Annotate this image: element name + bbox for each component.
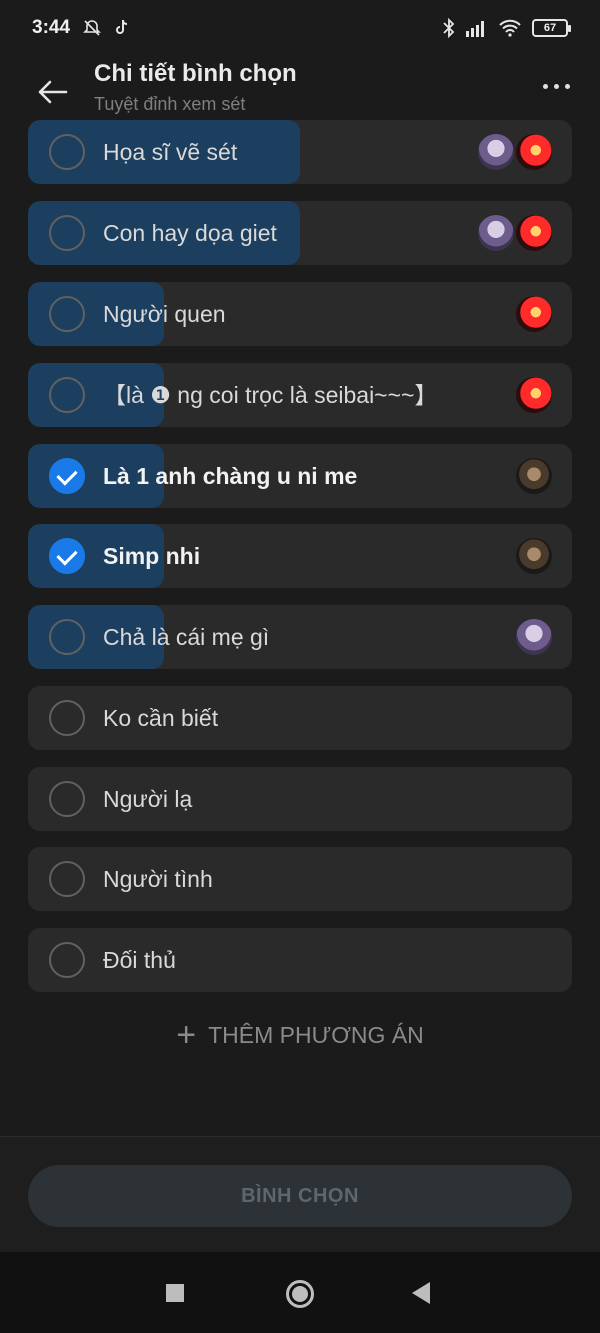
recent-apps-icon[interactable]: [166, 1284, 184, 1302]
battery-indicator: 67: [532, 19, 571, 37]
poll-option[interactable]: 【là ❶ ng coi trọc là seibai~~~】: [28, 363, 572, 427]
option-radio[interactable]: [49, 700, 85, 736]
option-label: Ko cần biết: [103, 705, 219, 731]
system-navigation-bar: [0, 1252, 600, 1333]
option-label: Con hay dọa giet: [103, 220, 277, 246]
option-label: Chả là cái mẹ gì: [103, 624, 270, 650]
poll-option[interactable]: Simp nhi: [28, 524, 572, 588]
page-title: Chi tiết bình chọn: [94, 60, 297, 87]
option-radio-checked[interactable]: [49, 538, 85, 574]
option-radio[interactable]: [49, 861, 85, 897]
voter-avatars: [514, 375, 554, 415]
voter-avatars: [514, 536, 554, 576]
avatar: [514, 213, 554, 253]
poll-option[interactable]: Chả là cái mẹ gì: [28, 605, 572, 669]
option-label: Người lạ: [103, 786, 193, 812]
poll-option[interactable]: Là 1 anh chàng u ni me: [28, 444, 572, 508]
option-label: Người quen: [103, 301, 226, 327]
option-label: Là 1 anh chàng u ni me: [103, 463, 358, 489]
add-option-label: THÊM PHƯƠNG ÁN: [208, 1021, 424, 1048]
wifi-icon: [499, 19, 521, 37]
home-icon[interactable]: [286, 1280, 314, 1308]
avatar: [476, 213, 516, 253]
option-label: Simp nhi: [103, 543, 201, 569]
voter-avatars: [476, 213, 554, 253]
avatar: [514, 456, 554, 496]
option-radio[interactable]: [49, 942, 85, 978]
plus-icon: +: [176, 1016, 197, 1054]
avatar: [514, 536, 554, 576]
option-radio[interactable]: [49, 377, 85, 413]
poll-option[interactable]: Ko cần biết: [28, 686, 572, 750]
app-header: Chi tiết bình chọn Tuyệt đỉnh xem sét: [0, 56, 600, 126]
avatar: [514, 375, 554, 415]
avatar: [476, 132, 516, 172]
voter-avatars: [514, 617, 554, 657]
voter-avatars: [514, 456, 554, 496]
vote-button[interactable]: BÌNH CHỌN: [28, 1165, 572, 1227]
option-label: Người tình: [103, 866, 213, 892]
option-label: Họa sĩ vẽ sét: [103, 139, 238, 165]
avatar: [514, 294, 554, 334]
status-bar: 3:44 67: [0, 0, 600, 56]
option-radio[interactable]: [49, 215, 85, 251]
more-options-icon[interactable]: [543, 84, 570, 89]
option-radio[interactable]: [49, 134, 85, 170]
back-icon[interactable]: [412, 1282, 430, 1304]
poll-option[interactable]: Con hay dọa giet: [28, 201, 572, 265]
poll-option[interactable]: Người quen: [28, 282, 572, 346]
page-subtitle: Tuyệt đỉnh xem sét: [94, 94, 246, 114]
vote-footer: BÌNH CHỌN: [0, 1136, 600, 1253]
voter-avatars: [514, 294, 554, 334]
option-radio[interactable]: [49, 296, 85, 332]
voter-avatars: [476, 132, 554, 172]
notifications-muted-icon: [83, 20, 101, 36]
option-radio[interactable]: [49, 781, 85, 817]
add-option-button[interactable]: + THÊM PHƯƠNG ÁN: [0, 1018, 600, 1052]
signal-icon: [466, 21, 484, 37]
option-radio-checked[interactable]: [49, 458, 85, 494]
avatar: [514, 132, 554, 172]
option-radio[interactable]: [49, 619, 85, 655]
poll-option[interactable]: Người tình: [28, 847, 572, 911]
option-label: 【là ❶ ng coi trọc là seibai~~~】: [103, 382, 438, 408]
poll-option[interactable]: Đối thủ: [28, 928, 572, 992]
option-label: Đối thủ: [103, 947, 176, 973]
poll-option[interactable]: Người lạ: [28, 767, 572, 831]
back-arrow-icon[interactable]: [34, 74, 70, 110]
poll-option[interactable]: Họa sĩ vẽ sét: [28, 120, 572, 184]
avatar: [514, 617, 554, 657]
bluetooth-icon: [443, 18, 455, 38]
clock: 3:44: [32, 17, 71, 38]
tiktok-icon: [116, 19, 128, 34]
